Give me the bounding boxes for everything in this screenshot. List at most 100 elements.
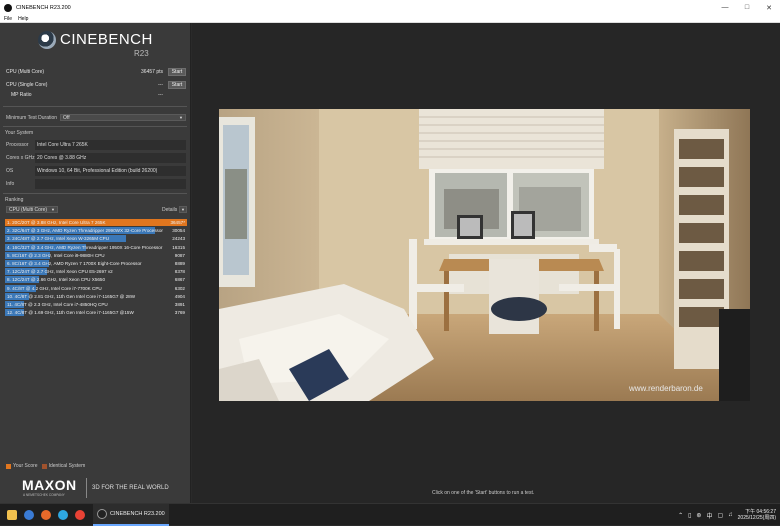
- ranking-cpu-label: 5. 8C/16T @ 2.3 GHz, Intel Core i9-9880H…: [7, 252, 105, 258]
- ranking-cpu-label: 4. 16C/32T @ 3.4 GHz, AMD Ryzen Threadri…: [7, 244, 163, 250]
- render-watermark: www.renderbaron.de: [628, 384, 703, 393]
- browser-icon[interactable]: [24, 509, 34, 520]
- ranking-score: 16315: [172, 244, 185, 250]
- os-value: Windows 10, 64 Bit, Professional Edition…: [35, 166, 186, 176]
- chevron-up-icon[interactable]: ⌃: [678, 512, 683, 519]
- identical-system-swatch: [41, 463, 47, 469]
- ranking-cpu-label: 2. 32C/64T @ 3 GHz, AMD Ryzen Threadripp…: [7, 228, 163, 234]
- menu-file[interactable]: File: [4, 16, 12, 22]
- ranking-row[interactable]: 3. 24C/48T @ 2.7 GHz, Intel Xeon W-3265M…: [5, 235, 187, 243]
- menu-bar: File Help: [0, 15, 780, 23]
- ranking-score: 6302: [174, 285, 185, 291]
- ranking-cpu-label: 3. 24C/48T @ 2.7 GHz, Intel Xeon W-3265M…: [7, 236, 110, 242]
- ranking-row[interactable]: 6. 8C/16T @ 3.4 GHz, AMD Ryzen 7 1700X E…: [5, 260, 187, 268]
- info-label: Info: [6, 181, 15, 187]
- ranking-cpu-label: 9. 4C/8T @ 4.2 GHz, Intel Core i7-7700K …: [7, 285, 102, 291]
- ranking-cpu-label: 6. 8C/16T @ 3.4 GHz, AMD Ryzen 7 1700X E…: [7, 261, 142, 266]
- logo-name: CINEBENCH: [60, 31, 153, 48]
- status-hint: Click on one of the 'Start' buttons to r…: [432, 490, 535, 496]
- maxon-tagline: 3D FOR THE REAL WORLD: [92, 485, 169, 491]
- taskbar: CINEBENCH R23.200 ⌃ ▯ ⊛ 中 ▢ ♫ 下午 04:56:2…: [0, 503, 780, 526]
- your-system-heading: Your System: [5, 130, 34, 136]
- taskbar-cinebench-app[interactable]: CINEBENCH R23.200: [93, 503, 169, 526]
- ranking-row[interactable]: 10. 4C/8T @ 2.81 GHz, 11th Gen Intel Cor…: [5, 292, 187, 301]
- chrome-icon[interactable]: [75, 509, 85, 520]
- ranking-cpu-label: 11. 4C/8T @ 2.3 GHz, Intel Core i7-4850H…: [7, 302, 108, 307]
- cores-label: Cores x GHz: [6, 155, 35, 161]
- maxon-logo: MAXON: [22, 477, 77, 493]
- left-panel: CINEBENCH R23 CPU (Multi Core) 36457 pts…: [0, 23, 191, 503]
- details-toggle[interactable]: ▼: [179, 206, 187, 213]
- mp-ratio-label: MP Ratio: [11, 92, 32, 98]
- legend-identical-system: Identical System: [48, 463, 86, 469]
- processor-value: Intel Core Ultra 7 265K: [35, 140, 186, 150]
- ranking-cpu-label: 12. 4C/8T @ 1.69 GHz, 11th Gen Intel Cor…: [7, 310, 134, 316]
- battery-icon[interactable]: ▯: [688, 512, 691, 519]
- minimize-button[interactable]: —: [714, 0, 736, 15]
- duration-label: Minimum Test Duration: [6, 115, 58, 121]
- divider: [86, 478, 87, 498]
- maxon-subtitle: A NEMETSCHEK COMPANY: [23, 493, 65, 497]
- ranking-cpu-label: 10. 4C/8T @ 2.81 GHz, 11th Gen Intel Cor…: [7, 293, 136, 299]
- multi-core-score: 36457 pts: [141, 69, 163, 75]
- cinebench-icon: [97, 508, 107, 519]
- ime-indicator[interactable]: 中: [706, 511, 712, 520]
- ranking-cpu-label: 8. 12C/24T @ 2.66 GHz, Intel Xeon CPU X5…: [7, 277, 106, 283]
- single-core-row: CPU (Single Core) --- Start: [0, 80, 191, 90]
- close-button[interactable]: ✕: [758, 0, 780, 15]
- mp-ratio-row: MP Ratio ---: [0, 90, 191, 100]
- single-core-label: CPU (Single Core): [6, 82, 48, 88]
- ranking-row[interactable]: 4. 16C/32T @ 3.4 GHz, AMD Ryzen Threadri…: [5, 243, 187, 252]
- firefox-icon[interactable]: [41, 509, 51, 520]
- ranking-score: 4904: [174, 293, 185, 299]
- system-tray: ⌃ ▯ ⊛ 中 ▢ ♫ 下午 04:56:27 2025/12/25(周四): [673, 504, 776, 526]
- your-score-swatch: [6, 463, 11, 469]
- ranking-score: 3769: [174, 310, 185, 316]
- ranking-score: 36457*: [170, 220, 185, 225]
- single-core-score: ---: [158, 82, 163, 88]
- ranking-row[interactable]: 5. 8C/16T @ 2.3 GHz, Intel Core i9-9880H…: [5, 251, 187, 260]
- ranking-row[interactable]: 11. 4C/8T @ 2.3 GHz, Intel Core i7-4850H…: [5, 301, 187, 309]
- ranking-type-value: CPU (Multi Core): [9, 206, 48, 213]
- ranking-row[interactable]: 12. 4C/8T @ 1.69 GHz, 11th Gen Intel Cor…: [5, 309, 187, 317]
- ranking-cpu-label: 1. 20C/20T @ 3.88 GHz, Intel Core Ultra …: [7, 220, 106, 225]
- cores-value: 20 Cores @ 3.88 GHz: [35, 153, 186, 163]
- ranking-row[interactable]: 7. 12C/24T @ 2.7 GHz, Intel Xeon CPU E5-…: [5, 268, 187, 276]
- ranking-cpu-label: 7. 12C/24T @ 2.7 GHz, Intel Xeon CPU E5-…: [7, 269, 113, 275]
- edge-icon[interactable]: [58, 509, 68, 520]
- os-row: OS Windows 10, 64 Bit, Professional Edit…: [0, 166, 191, 177]
- volume-icon[interactable]: ♫: [728, 512, 733, 518]
- cores-row: Cores x GHz 20 Cores @ 3.88 GHz: [0, 153, 191, 164]
- file-explorer-icon[interactable]: [7, 509, 17, 520]
- ranking-score: 9087: [174, 252, 185, 258]
- network-icon[interactable]: ▢: [717, 512, 723, 519]
- maximize-button[interactable]: □: [736, 0, 758, 15]
- logo-version: R23: [134, 49, 149, 58]
- ranking-score: 8378: [174, 269, 185, 275]
- multi-core-start-button[interactable]: Start: [168, 68, 186, 76]
- chevron-down-icon: ▼: [51, 207, 55, 212]
- details-label[interactable]: Details: [162, 207, 177, 213]
- ranking-row-your-score[interactable]: 1. 20C/20T @ 3.88 GHz, Intel Core Ultra …: [5, 219, 187, 227]
- ranking-row[interactable]: 8. 12C/24T @ 2.66 GHz, Intel Xeon CPU X5…: [5, 276, 187, 284]
- single-core-start-button[interactable]: Start: [168, 81, 186, 89]
- menu-help[interactable]: Help: [18, 16, 28, 22]
- ranking-type-dropdown[interactable]: CPU (Multi Core) ▼: [6, 206, 58, 213]
- cinebench-logo-icon: [38, 31, 56, 49]
- processor-row: Processor Intel Core Ultra 7 265K: [0, 140, 191, 151]
- bluetooth-icon[interactable]: ⊛: [696, 512, 701, 519]
- chevron-down-icon: ▼: [181, 207, 185, 212]
- mp-ratio-value: ---: [158, 92, 163, 98]
- divider: [3, 106, 187, 107]
- clock-date: 2025/12/25(周四): [737, 515, 776, 521]
- duration-value: Off: [63, 114, 70, 121]
- ranking-row[interactable]: 2. 32C/64T @ 3 GHz, AMD Ryzen Threadripp…: [5, 227, 187, 235]
- ranking-row[interactable]: 9. 4C/8T @ 4.2 GHz, Intel Core i7-7700K …: [5, 284, 187, 293]
- duration-dropdown[interactable]: Off ▼: [60, 114, 186, 121]
- ranking-score: 8889: [174, 261, 185, 266]
- ranking-heading: Ranking: [5, 197, 24, 203]
- cinebench-logo: CINEBENCH R23: [38, 31, 158, 63]
- info-value: [35, 179, 186, 189]
- ranking-score: 6867: [174, 277, 185, 283]
- clock[interactable]: 下午 04:56:27 2025/12/25(周四): [738, 509, 776, 521]
